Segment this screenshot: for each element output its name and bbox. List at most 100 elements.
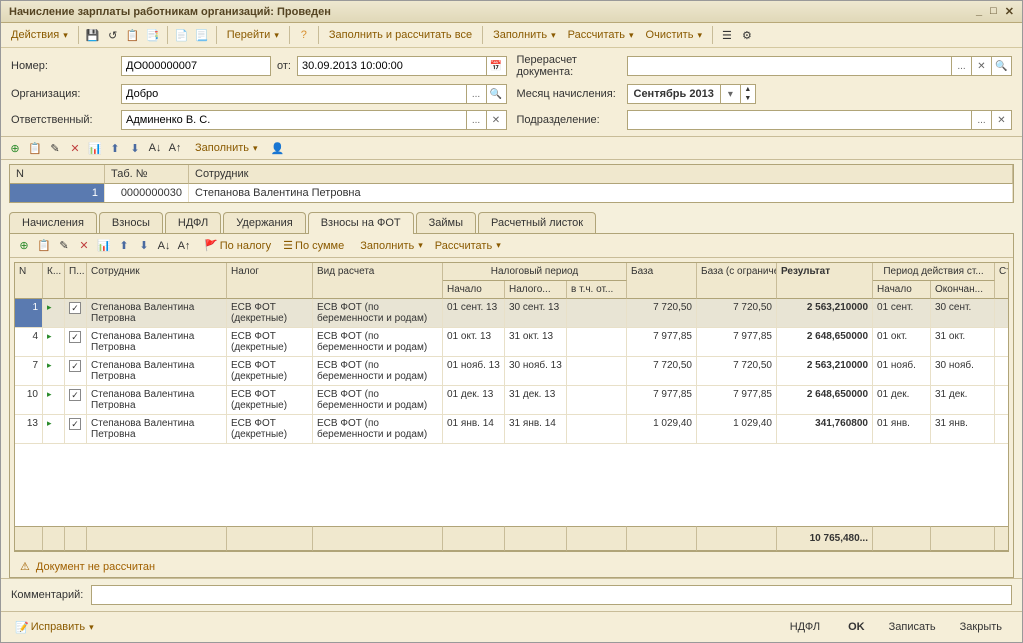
recalc-search-button[interactable]: 🔍 — [992, 56, 1012, 76]
h-actperiod[interactable]: Период действия ст... — [873, 263, 995, 281]
sort-desc-icon[interactable]: A↑ — [167, 140, 183, 156]
resp-input[interactable] — [121, 110, 467, 130]
tab-fot-contributions[interactable]: Взносы на ФОТ — [308, 212, 414, 234]
h-ctype[interactable]: Вид расчета — [313, 263, 443, 299]
h-p[interactable]: П... — [65, 263, 87, 299]
save-icon[interactable]: 💾 — [85, 27, 101, 43]
tab-payslip[interactable]: Расчетный листок — [478, 212, 596, 233]
add-row-icon[interactable]: ⊕ — [7, 140, 23, 156]
org-search-button[interactable]: 🔍 — [487, 84, 507, 104]
doc-icon[interactable]: 📄 — [174, 27, 190, 43]
table-row[interactable]: 1▸✓Степанова Валентина ПетровнаЕСВ ФОТ (… — [15, 299, 1008, 328]
move-up-icon[interactable]: ⬆ — [107, 140, 123, 156]
g2-delete-icon[interactable]: ✕ — [76, 238, 92, 254]
h-emp[interactable]: Сотрудник — [87, 263, 227, 299]
employee-row[interactable]: 1 0000000030 Степанова Валентина Петровн… — [10, 184, 1013, 202]
write-button[interactable]: Записать — [879, 618, 946, 636]
by-tax-button[interactable]: 🚩По налогу — [200, 237, 275, 254]
close-button[interactable]: ✕ — [1005, 5, 1014, 18]
checkbox-icon[interactable]: ✓ — [69, 302, 81, 314]
scroll-icon[interactable]: 📋 — [125, 27, 141, 43]
month-input[interactable]: Сентябрь 2013 — [627, 84, 721, 104]
checkbox-icon[interactable]: ✓ — [69, 418, 81, 430]
recalc-clear-button[interactable]: ✕ — [972, 56, 992, 76]
fill-menu[interactable]: Заполнить — [489, 27, 560, 43]
settings-icon[interactable]: ⚙ — [739, 27, 755, 43]
move-down-icon[interactable]: ⬇ — [127, 140, 143, 156]
ok-button[interactable]: OK — [838, 618, 875, 636]
grid1-fill-menu[interactable]: Заполнить — [191, 140, 262, 156]
refresh-icon[interactable]: 📊 — [87, 140, 103, 156]
ndfl-button[interactable]: НДФЛ — [780, 618, 830, 636]
h-k[interactable]: К... — [43, 263, 65, 299]
g2-sortasc-icon[interactable]: A↓ — [156, 238, 172, 254]
month-up-button[interactable]: ▲ — [741, 85, 755, 94]
help-icon[interactable]: ? — [296, 27, 312, 43]
dept-input[interactable] — [627, 110, 973, 130]
clear-menu[interactable]: Очистить — [642, 27, 706, 43]
comment-input[interactable] — [91, 585, 1012, 605]
h-n[interactable]: N — [15, 263, 43, 299]
col-n[interactable]: N — [10, 165, 105, 184]
tab-contributions[interactable]: Взносы — [99, 212, 163, 233]
col-tab[interactable]: Таб. № — [105, 165, 189, 184]
g2-down-icon[interactable]: ⬇ — [136, 238, 152, 254]
g2-calc-menu[interactable]: Рассчитать — [431, 238, 505, 254]
actions-menu[interactable]: Действия — [7, 27, 72, 43]
copy-icon[interactable]: 📑 — [145, 27, 161, 43]
org-select-button[interactable]: ... — [467, 84, 487, 104]
delete-row-icon[interactable]: ✕ — [67, 140, 83, 156]
dept-clear-button[interactable]: ✕ — [992, 110, 1012, 130]
edit-row-icon[interactable]: ✎ — [47, 140, 63, 156]
tab-deductions[interactable]: Удержания — [223, 212, 305, 233]
h-end2[interactable]: Окончан... — [931, 281, 995, 299]
tab-accruals[interactable]: Начисления — [9, 212, 97, 233]
h-result[interactable]: Результат — [777, 263, 873, 299]
h-start[interactable]: Начало — [443, 281, 505, 299]
table-row[interactable]: 7▸✓Степанова Валентина ПетровнаЕСВ ФОТ (… — [15, 357, 1008, 386]
col-emp[interactable]: Сотрудник — [189, 165, 1013, 184]
g2-fill-menu[interactable]: Заполнить — [356, 238, 427, 254]
g2-add-icon[interactable]: ⊕ — [16, 238, 32, 254]
date-input[interactable] — [297, 56, 487, 76]
h-start2[interactable]: Начало — [873, 281, 931, 299]
doc2-icon[interactable]: 📃 — [194, 27, 210, 43]
month-down-button[interactable]: ▼ — [741, 94, 755, 103]
month-dropdown-button[interactable]: ▾ — [721, 84, 741, 104]
by-sum-button[interactable]: ☰По сумме — [279, 237, 348, 254]
g2-refresh-icon[interactable]: 📊 — [96, 238, 112, 254]
table-row[interactable]: 4▸✓Степанова Валентина ПетровнаЕСВ ФОТ (… — [15, 328, 1008, 357]
number-input[interactable] — [121, 56, 271, 76]
minimize-button[interactable]: _ — [976, 5, 982, 18]
checkbox-icon[interactable]: ✓ — [69, 389, 81, 401]
navigate-menu[interactable]: Перейти — [223, 27, 283, 43]
dept-select-button[interactable]: ... — [972, 110, 992, 130]
recalc-input[interactable] — [627, 56, 953, 76]
calc-menu[interactable]: Рассчитать — [564, 27, 638, 43]
maximize-button[interactable]: □ — [990, 5, 997, 18]
h-taxh[interactable]: Налого... — [505, 281, 567, 299]
g2-edit-icon[interactable]: ✎ — [56, 238, 72, 254]
add-copy-icon[interactable]: 📋 — [27, 140, 43, 156]
list-icon[interactable]: ☰ — [719, 27, 735, 43]
tab-loans[interactable]: Займы — [416, 212, 476, 233]
checkbox-icon[interactable]: ✓ — [69, 331, 81, 343]
close-doc-button[interactable]: Закрыть — [950, 618, 1012, 636]
h-tax[interactable]: Налог — [227, 263, 313, 299]
edit-dropdown[interactable]: 📝 Исправить — [11, 619, 98, 636]
org-input[interactable] — [121, 84, 467, 104]
h-rate[interactable]: Ставка — [995, 263, 1009, 299]
g2-copy-icon[interactable]: 📋 — [36, 238, 52, 254]
tab-ndfl[interactable]: НДФЛ — [165, 212, 221, 233]
sort-asc-icon[interactable]: A↓ — [147, 140, 163, 156]
table-row[interactable]: 10▸✓Степанова Валентина ПетровнаЕСВ ФОТ … — [15, 386, 1008, 415]
table-row[interactable]: 13▸✓Степанова Валентина ПетровнаЕСВ ФОТ … — [15, 415, 1008, 444]
calendar-button[interactable]: 📅 — [487, 56, 507, 76]
resp-clear-button[interactable]: ✕ — [487, 110, 507, 130]
recalc-select-button[interactable]: ... — [952, 56, 972, 76]
post-icon[interactable]: ↺ — [105, 27, 121, 43]
h-taxperiod[interactable]: Налоговый период — [443, 263, 627, 281]
g2-up-icon[interactable]: ⬆ — [116, 238, 132, 254]
h-baselim[interactable]: База (с ограниче... — [697, 263, 777, 299]
h-incl[interactable]: в т.ч. от... — [567, 281, 627, 299]
